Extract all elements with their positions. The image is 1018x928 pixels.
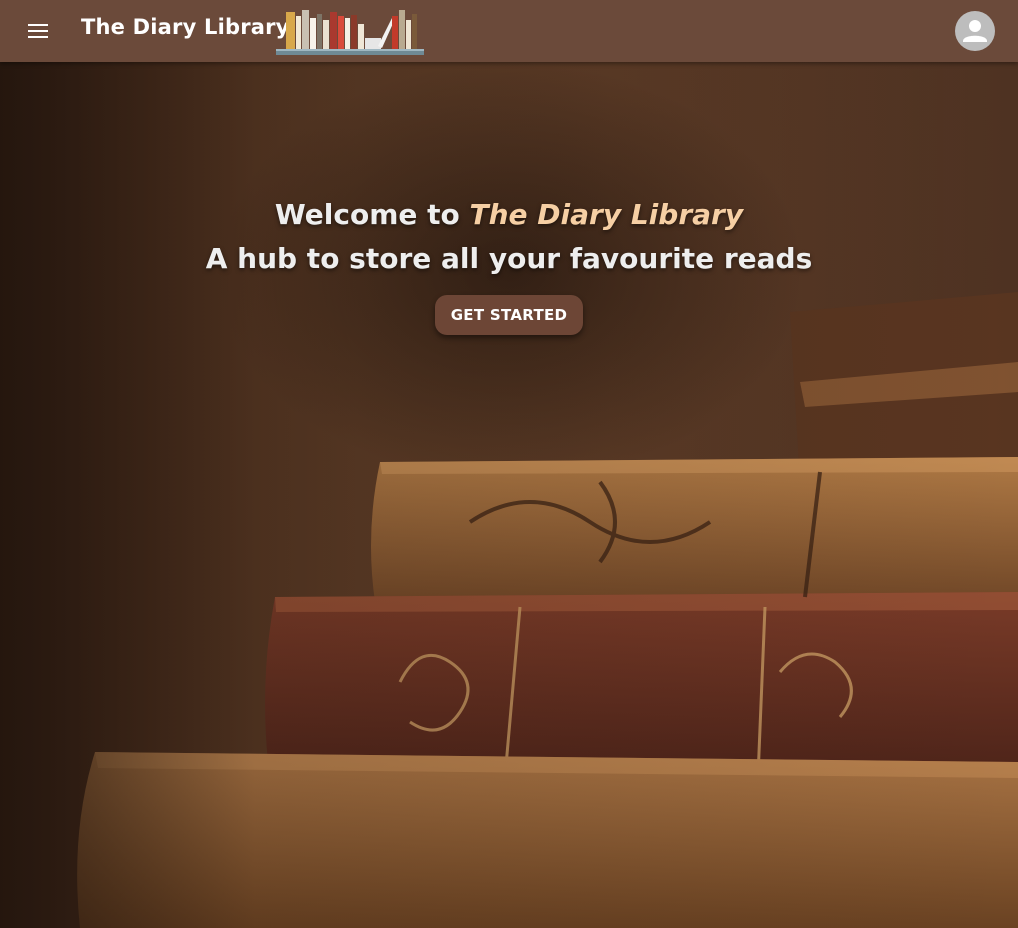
welcome-heading: Welcome to The Diary Library bbox=[0, 193, 1018, 237]
brand-title[interactable]: The Diary Library bbox=[81, 15, 290, 39]
tagline: A hub to store all your favourite reads bbox=[205, 242, 813, 275]
hero-background-books-image bbox=[0, 62, 1018, 928]
account-avatar[interactable] bbox=[955, 11, 995, 51]
menu-icon bbox=[28, 24, 48, 38]
hero-text-block: Welcome to The Diary Library A hub to st… bbox=[0, 193, 1018, 335]
menu-button[interactable] bbox=[22, 15, 54, 47]
welcome-prefix: Welcome to bbox=[274, 198, 470, 231]
hero-banner: Welcome to The Diary Library A hub to st… bbox=[0, 62, 1018, 928]
welcome-brand: The Diary Library bbox=[469, 198, 744, 231]
account-icon bbox=[963, 20, 987, 42]
app-bar: The Diary Library bbox=[0, 0, 1018, 62]
bookshelf-logo-icon bbox=[276, 10, 424, 55]
get-started-button[interactable]: GET STARTED bbox=[434, 295, 584, 335]
